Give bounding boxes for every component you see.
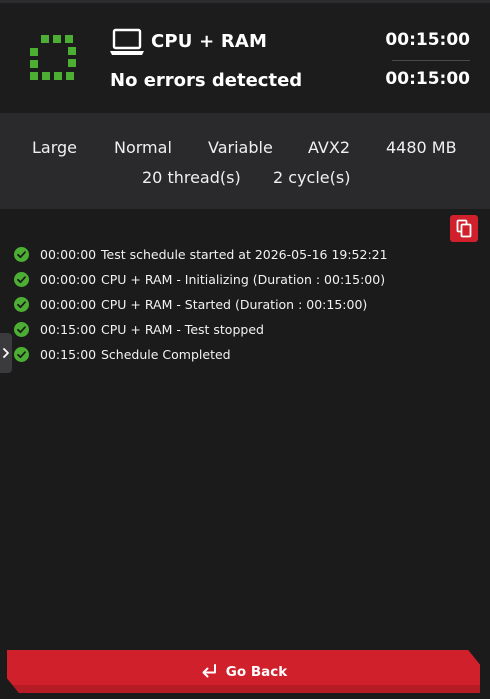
setting-instruction-set: AVX2 bbox=[308, 138, 351, 157]
setting-memory: 4480 MB bbox=[386, 138, 457, 157]
log-timestamp: 00:00:00 bbox=[40, 247, 97, 262]
copy-log-button[interactable] bbox=[450, 215, 478, 242]
result-header: CPU + RAM No errors detected 00:15:00 00… bbox=[0, 3, 490, 113]
return-arrow-icon bbox=[202, 663, 216, 677]
test-settings-summary: Large Normal Variable AVX2 4480 MB 20 th… bbox=[0, 113, 490, 209]
setting-size: Large bbox=[32, 138, 78, 157]
check-circle-icon bbox=[14, 297, 29, 312]
log-timestamp: 00:00:00 bbox=[40, 297, 97, 312]
go-back-label: Go Back bbox=[225, 663, 288, 680]
expand-panel-handle[interactable] bbox=[0, 333, 12, 373]
stress-test-result-window: CPU + RAM No errors detected 00:15:00 00… bbox=[0, 0, 490, 699]
laptop-icon bbox=[110, 28, 144, 55]
check-circle-icon bbox=[14, 322, 29, 337]
dashed-square-icon bbox=[30, 35, 76, 80]
go-back-content: Go Back bbox=[7, 650, 480, 693]
result-status-text: No errors detected bbox=[110, 70, 303, 91]
go-back-button[interactable]: Go Back bbox=[7, 650, 480, 693]
setting-mode: Normal bbox=[114, 138, 172, 157]
check-circle-icon bbox=[14, 347, 29, 362]
log-message: Test schedule started at 2026-05-16 19:5… bbox=[101, 247, 388, 262]
elapsed-time: 00:15:00 bbox=[385, 30, 470, 50]
log-timestamp: 00:00:00 bbox=[40, 272, 97, 287]
log-timestamp: 00:15:00 bbox=[40, 347, 97, 362]
test-title: CPU + RAM bbox=[151, 31, 268, 52]
check-circle-icon bbox=[14, 247, 29, 262]
log-message: CPU + RAM - Test stopped bbox=[101, 322, 264, 337]
chevron-right-icon bbox=[3, 348, 9, 358]
log-timestamp: 00:15:00 bbox=[40, 322, 97, 337]
time-divider bbox=[392, 60, 470, 61]
log-message: Schedule Completed bbox=[101, 347, 231, 362]
setting-cycles: 2 cycle(s) bbox=[273, 168, 351, 187]
log-message: CPU + RAM - Started (Duration : 00:15:00… bbox=[101, 297, 368, 312]
setting-threads: 20 thread(s) bbox=[142, 168, 241, 187]
copy-icon bbox=[456, 219, 472, 238]
total-duration: 00:15:00 bbox=[385, 69, 470, 89]
log-message: CPU + RAM - Initializing (Duration : 00:… bbox=[101, 272, 386, 287]
check-circle-icon bbox=[14, 272, 29, 287]
setting-pattern: Variable bbox=[208, 138, 273, 157]
